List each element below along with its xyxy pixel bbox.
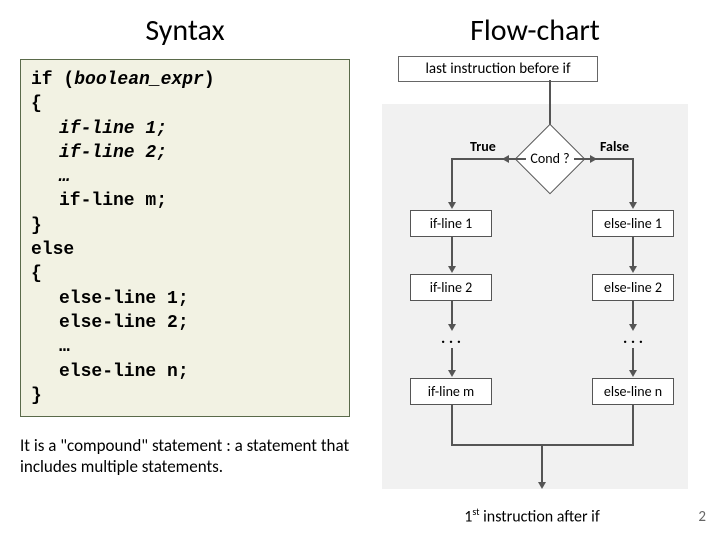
arrow-line [451, 300, 453, 326]
arrow-line [451, 348, 453, 372]
code-l5: … [31, 165, 339, 189]
false-label: False [600, 138, 629, 155]
code-l8: else [31, 238, 339, 262]
arrow-line [632, 300, 634, 326]
arrow-left-icon [502, 155, 509, 163]
flowchart-container: Cond ? True False if-line 1 else-line 1 … [382, 104, 688, 489]
code-l2: { [31, 92, 339, 116]
else-dots: . . . [592, 329, 674, 348]
syntax-code-box: if (boolean_expr) { if-line 1; if-line 2… [20, 59, 350, 417]
code-l1c: ) [204, 70, 215, 90]
arrow-line [632, 348, 634, 372]
arrow-down-icon [448, 370, 456, 377]
arrow-line [541, 444, 543, 484]
if-line-2-box: if-line 2 [410, 274, 492, 301]
code-l1b: boolean_expr [74, 70, 204, 90]
code-l14: } [31, 384, 339, 408]
code-l6: if-line m; [31, 189, 339, 213]
condition-diamond: Cond ? [525, 134, 575, 184]
if-line-1-box: if-line 1 [410, 210, 492, 237]
arrow-down-icon [448, 266, 456, 273]
else-line-n-box: else-line n [592, 378, 674, 405]
arrow-down-icon [629, 266, 637, 273]
code-l13: else-line n; [31, 360, 339, 384]
condition-label: Cond ? [525, 134, 575, 184]
arrow-line [451, 158, 453, 204]
arrow-line [452, 158, 526, 160]
code-l11: else-line 2; [31, 311, 339, 335]
flowchart-heading: Flow-chart [370, 12, 700, 49]
true-label: True [470, 138, 496, 155]
code-l4: if-line 2; [31, 141, 339, 165]
arrow-down-icon [538, 482, 546, 489]
arrow-down-icon [629, 370, 637, 377]
flowchart-after-text: 1st instruction after if [432, 505, 632, 526]
if-dots: . . . [410, 329, 492, 348]
arrow-line [451, 404, 453, 444]
code-l3: if-line 1; [31, 117, 339, 141]
code-l7: } [31, 214, 339, 238]
if-line-m-box: if-line m [410, 378, 492, 405]
arrow-right-icon [590, 155, 597, 163]
arrow-line [632, 236, 634, 268]
arrow-down-icon [629, 202, 637, 209]
else-line-2-box: else-line 2 [592, 274, 674, 301]
else-line-1-box: else-line 1 [592, 210, 674, 237]
code-l12: … [31, 335, 339, 359]
code-l10: else-line 1; [31, 287, 339, 311]
arrow-down-icon [448, 202, 456, 209]
arrow-line [451, 236, 453, 268]
page-number: 2 [698, 508, 706, 526]
flowchart-before-box: last instruction before if [398, 56, 598, 82]
code-l9: { [31, 262, 339, 286]
arrow-line [632, 158, 634, 204]
compound-note: It is a "compound" statement : a stateme… [20, 435, 350, 478]
syntax-heading: Syntax [20, 12, 350, 49]
arrow-line [632, 404, 634, 444]
arrow-line [574, 158, 634, 160]
code-l1a: if ( [31, 70, 74, 90]
